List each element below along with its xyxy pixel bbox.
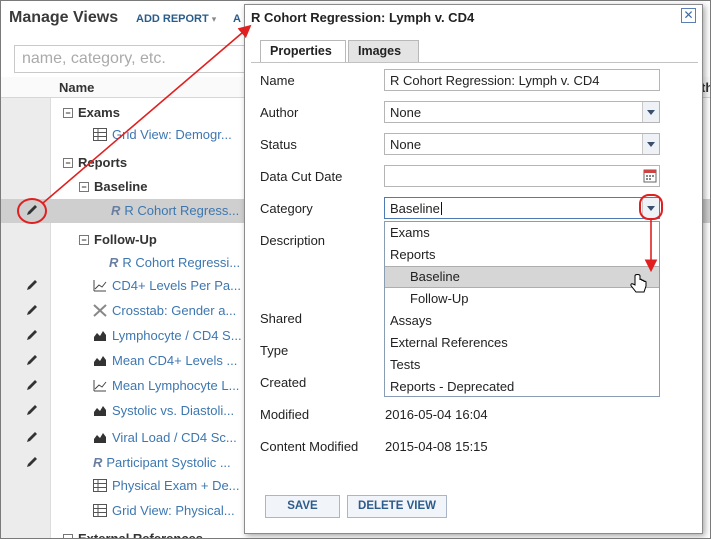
author-label: Author [260,105,299,120]
category-option[interactable]: Follow-Up [385,288,659,310]
pencil-icon[interactable] [25,278,39,292]
category-option[interactable]: Reports - Deprecated [385,376,659,398]
chevron-down-icon[interactable] [642,198,659,218]
chevron-down-icon[interactable] [642,134,659,154]
category-combobox[interactable]: Baseline [384,197,660,219]
edit-view-dialog: R Cohort Regression: Lymph v. CD4 ✕ Prop… [244,4,703,534]
tab-divider [251,62,698,63]
column-name-header[interactable]: Name [59,80,94,95]
pencil-icon[interactable] [25,328,39,342]
tree-item-label: Systolic vs. Diastoli... [112,403,235,418]
data-cut-date-field[interactable] [384,165,660,187]
tab-images[interactable]: Images [348,40,419,62]
category-label: Category [260,201,313,216]
content-modified-value: 2015-04-08 15:15 [385,439,488,454]
pencil-icon[interactable] [25,378,39,392]
add-report-button[interactable]: ADD REPORT ▾ [136,13,216,25]
save-button[interactable]: SAVE [265,495,340,518]
calendar-icon[interactable] [642,167,658,185]
modified-label: Modified [260,407,310,422]
collapse-icon[interactable]: − [63,108,73,118]
line-chart-icon [93,380,107,392]
chevron-down-icon[interactable] [642,102,659,122]
pencil-icon[interactable] [25,303,39,317]
data-cut-date-label: Data Cut Date [260,169,343,184]
pencil-icon[interactable] [25,430,39,444]
content-modified-label: Content Modified [260,439,359,454]
text-caret [440,202,442,215]
tab-properties[interactable]: Properties [260,40,346,63]
tree-group-label: Baseline [94,179,148,194]
status-label: Status [260,137,297,152]
tree-group-label: Follow-Up [94,232,157,247]
search-input[interactable]: name, category, etc. [14,45,250,73]
tree-item-label: CD4+ Levels Per Pa... [112,278,241,293]
delete-view-button[interactable]: DELETE VIEW [347,495,447,518]
grid-icon [93,128,107,141]
modified-value: 2016-05-04 16:04 [385,407,488,422]
pencil-icon[interactable] [25,455,39,469]
area-chart-icon [94,331,106,341]
tree-item-label: Mean CD4+ Levels ... [112,353,238,368]
area-chart-icon [94,406,106,416]
area-chart-icon [94,356,106,366]
grid-icon [93,504,107,517]
page-title: Manage Views [9,9,119,26]
area-chart-icon [94,433,106,443]
tree-group-label: External References [78,531,204,539]
r-report-icon: R [109,255,119,270]
category-option-highlighted[interactable]: Baseline [385,266,659,288]
type-label: Type [260,343,289,358]
status-value: None [390,137,422,152]
chevron-down-icon: ▾ [211,14,217,24]
collapse-icon[interactable]: − [63,534,73,538]
grid-icon [93,479,107,492]
collapse-icon[interactable]: − [79,235,89,245]
tree-group-label: Exams [78,105,120,120]
screenshot-frame: Manage Views ADD REPORT ▾ A name, catego… [0,0,711,539]
pencil-icon[interactable] [25,403,39,417]
tree-item-label: Lymphocyte / CD4 S... [112,328,242,343]
line-chart-icon [93,280,107,292]
dialog-title: R Cohort Regression: Lymph v. CD4 [251,10,475,25]
category-option[interactable]: Tests [385,354,659,376]
r-report-icon: R [93,455,103,470]
pencil-icon[interactable] [25,203,39,217]
tree-item-label: Participant Systolic ... [106,455,231,470]
tree-item-label: Grid View: Physical... [112,503,235,518]
category-option[interactable]: External References [385,332,659,354]
r-report-icon: R [111,203,121,218]
close-icon[interactable]: ✕ [681,8,696,23]
status-select[interactable]: None [384,133,660,155]
category-option[interactable]: Assays [385,310,659,332]
tree-item-label: Physical Exam + De... [112,478,240,493]
second-toolbar-button[interactable]: A [233,13,241,25]
tree-item-label: Grid View: Demogr... [112,127,232,142]
collapse-icon[interactable]: − [63,158,73,168]
category-option[interactable]: Exams [385,222,659,244]
tree-item-label: R Cohort Regress... [124,203,240,218]
name-label: Name [260,73,295,88]
pencil-icon[interactable] [25,353,39,367]
tree-item-label: R Cohort Regressi... [122,255,241,270]
collapse-icon[interactable]: − [79,182,89,192]
crosstab-icon [93,304,107,317]
category-option[interactable]: Reports [385,244,659,266]
category-value: Baseline [390,201,440,216]
tree-item-label: Crosstab: Gender a... [112,303,237,318]
shared-label: Shared [260,311,302,326]
created-label: Created [260,375,307,390]
tree-item-label: Viral Load / CD4 Sc... [112,430,237,445]
add-report-label: ADD REPORT [136,13,209,25]
tree-item-label: Mean Lymphocyte L... [112,378,240,393]
tree-group-label: Reports [78,155,128,170]
name-field[interactable]: R Cohort Regression: Lymph v. CD4 [384,69,660,91]
author-select[interactable]: None [384,101,660,123]
description-label: Description [260,233,326,248]
category-dropdown-list: Exams Reports Baseline Follow-Up Assays … [384,221,660,397]
author-value: None [390,105,422,120]
